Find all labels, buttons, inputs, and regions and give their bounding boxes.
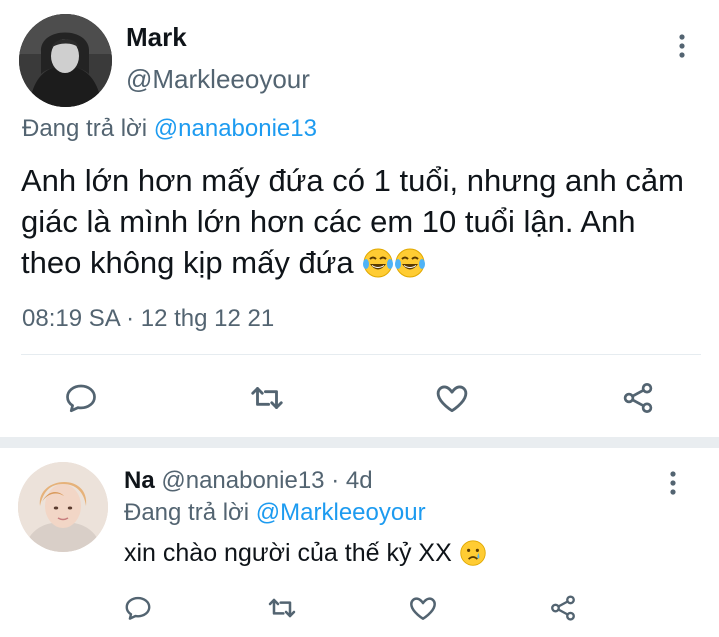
- avatar-photo: [19, 14, 112, 107]
- separator-dot: ·: [331, 467, 340, 494]
- author-handle[interactable]: @Markleeoyour: [126, 64, 310, 95]
- more-options-icon[interactable]: [665, 470, 681, 496]
- avatar[interactable]: [19, 14, 112, 107]
- reply-icon[interactable]: [118, 588, 158, 628]
- section-separator: [0, 437, 719, 448]
- retweet-icon[interactable]: [247, 378, 287, 418]
- replying-to: Đang trả lời @Markleeoyour: [124, 499, 426, 527]
- replying-to-label: Đang trả lời: [124, 499, 250, 526]
- share-icon[interactable]: [543, 588, 583, 628]
- tweet-text: xin chào người của thế kỷ XX: [124, 539, 487, 574]
- avatar-photo: [18, 462, 108, 552]
- divider: [21, 354, 701, 355]
- replying-to: Đang trả lời @nanabonie13: [22, 115, 317, 143]
- author-name[interactable]: Mark: [126, 22, 187, 53]
- tears-of-joy-emoji-icon: [394, 247, 426, 289]
- more-options-icon[interactable]: [674, 33, 690, 59]
- tweet-text: Anh lớn hơn mấy đứa có 1 tuổi, nhưng anh…: [21, 160, 701, 289]
- replying-to-mention[interactable]: @Markleeoyour: [256, 499, 426, 526]
- tears-of-joy-emoji-icon: [362, 247, 394, 289]
- like-icon[interactable]: [432, 378, 472, 418]
- reply-header: Na @nanabonie13 · 4d: [124, 467, 373, 495]
- replying-to-label: Đang trả lời: [22, 115, 148, 142]
- like-icon[interactable]: [403, 588, 443, 628]
- author-handle[interactable]: @nanabonie13: [161, 467, 324, 494]
- reply-icon[interactable]: [61, 378, 101, 418]
- replying-to-mention[interactable]: @nanabonie13: [154, 115, 317, 142]
- relative-time[interactable]: 4d: [346, 467, 373, 494]
- tweet-body: xin chào người của thế kỷ XX: [124, 539, 452, 567]
- tweet-actions: [0, 588, 719, 628]
- avatar[interactable]: [18, 462, 108, 552]
- author-name[interactable]: Na: [124, 467, 155, 494]
- retweet-icon[interactable]: [262, 588, 302, 628]
- tweet-body: Anh lớn hơn mấy đứa có 1 tuổi, nhưng anh…: [21, 163, 684, 280]
- reply-tweet[interactable]: Na @nanabonie13 · 4d Đang trả lời @Markl…: [0, 448, 719, 637]
- tweet-thread: Mark @Markleeoyour Đang trả lời @nanabon…: [0, 0, 719, 637]
- tweet-actions: [0, 376, 719, 420]
- share-icon[interactable]: [618, 378, 658, 418]
- tweet-timestamp[interactable]: 08:19 SA · 12 thg 12 21: [22, 305, 274, 333]
- main-tweet[interactable]: Mark @Markleeoyour Đang trả lời @nanabon…: [0, 0, 719, 437]
- crying-face-emoji-icon: [459, 539, 487, 574]
